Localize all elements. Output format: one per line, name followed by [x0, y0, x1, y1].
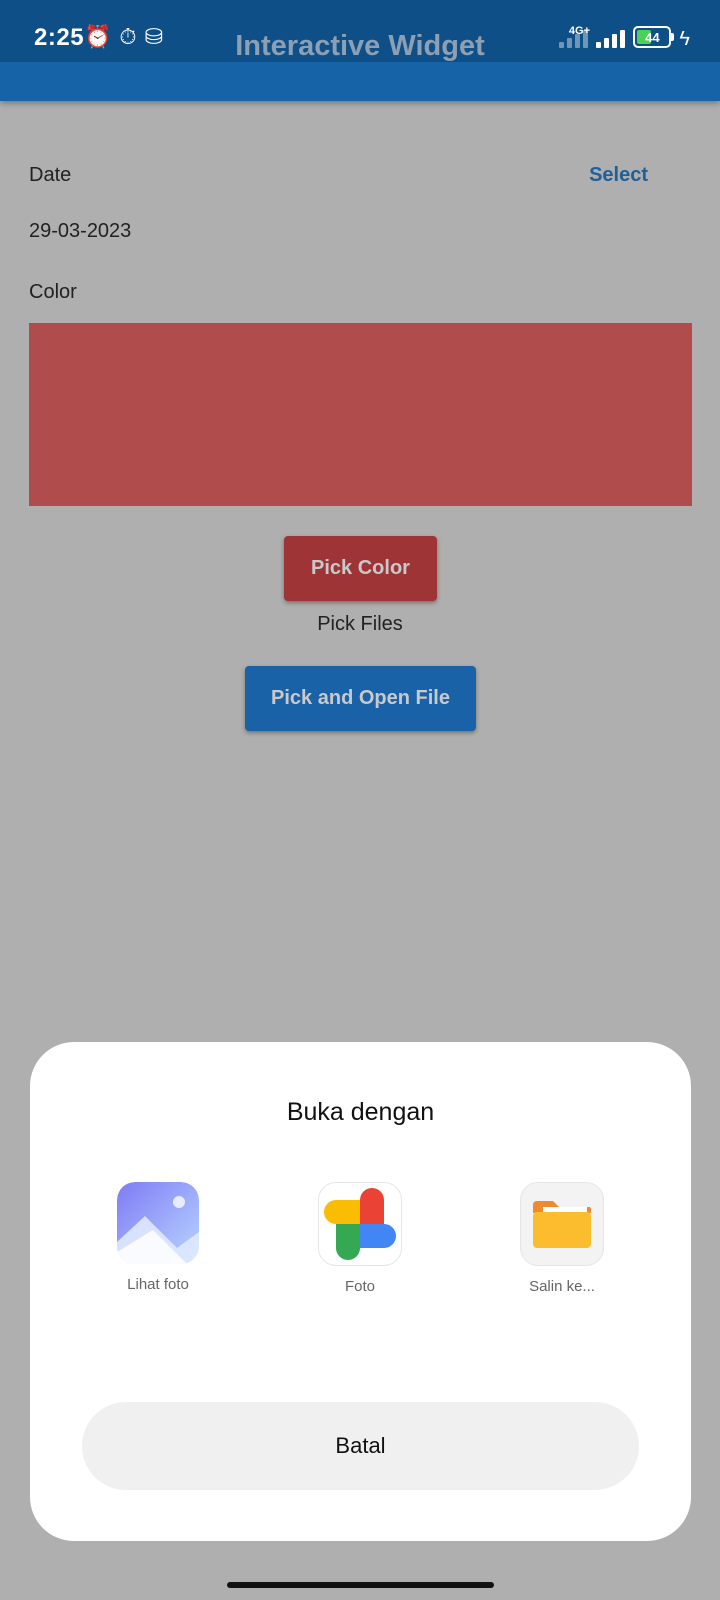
pick-and-open-file-button[interactable]: Pick and Open File — [245, 666, 476, 731]
color-preview — [29, 323, 692, 506]
select-date-button[interactable]: Select — [589, 164, 648, 187]
pick-files-label: Pick Files — [317, 613, 403, 635]
open-with-sheet: Buka dengan Lihat foto Foto Salin ke... … — [30, 1042, 691, 1541]
color-label: Color — [29, 281, 77, 303]
app-option-copy-to[interactable]: Salin ke... — [492, 1182, 632, 1295]
date-value: 29-03-2023 — [29, 220, 132, 242]
app-option-gallery[interactable]: Lihat foto — [88, 1182, 228, 1293]
google-photos-icon — [318, 1182, 402, 1266]
app-label-photos: Foto — [344, 1278, 375, 1295]
folder-icon — [520, 1182, 604, 1266]
sheet-title: Buka dengan — [286, 1098, 435, 1126]
cancel-button[interactable]: Batal — [82, 1402, 639, 1490]
app-label-gallery: Lihat foto — [127, 1276, 189, 1293]
gesture-nav-bar[interactable] — [227, 1582, 494, 1588]
date-label: Date — [29, 164, 72, 186]
app-label-copy-to: Salin ke... — [529, 1278, 595, 1295]
app-title: Interactive Widget — [235, 30, 485, 62]
app-bar: 2:25 ⏰ ⏱ ⛁ 4G+ 44 ϟ Interactive Widget — [0, 0, 720, 101]
gallery-icon — [117, 1182, 199, 1264]
app-option-photos[interactable]: Foto — [290, 1182, 430, 1295]
pick-color-button[interactable]: Pick Color — [284, 536, 437, 601]
